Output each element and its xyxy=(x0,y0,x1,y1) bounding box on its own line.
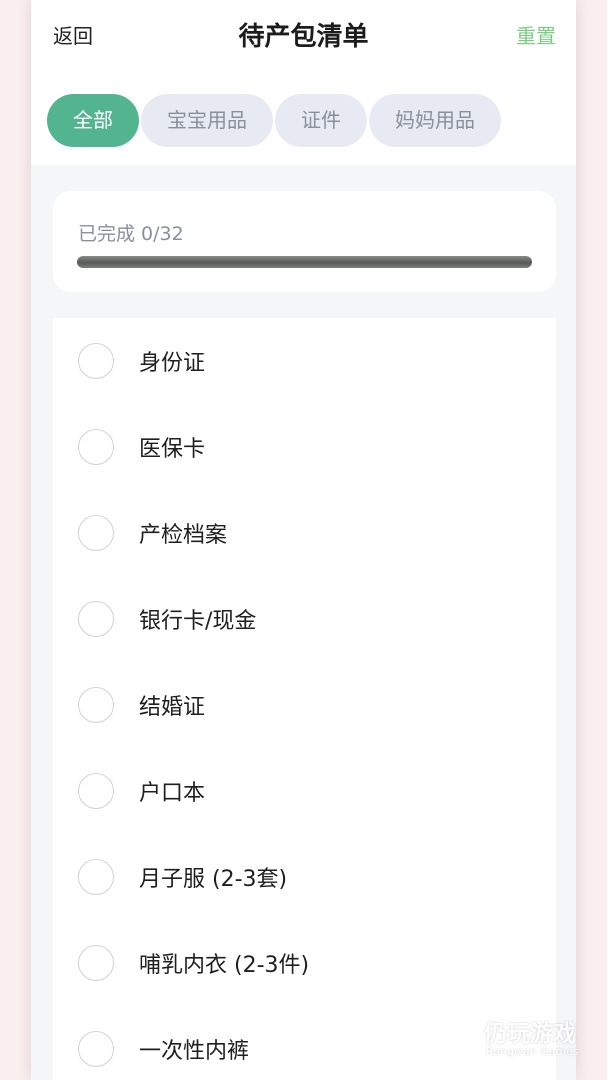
top-bar: 返回 待产包清单 重置 全部 宝宝用品 证件 妈妈用品 xyxy=(31,0,576,165)
item-label: 月子服 (2-3套) xyxy=(139,867,288,892)
reset-button[interactable]: 重置 xyxy=(516,20,556,49)
list-item[interactable]: 银行卡/现金 xyxy=(53,576,556,662)
category-tabs: 全部 宝宝用品 证件 妈妈用品 xyxy=(47,94,503,147)
item-label: 结婚证 xyxy=(139,695,206,720)
progress-text: 已完成 0/32 xyxy=(78,223,184,245)
list-item[interactable]: 身份证 xyxy=(53,318,556,404)
item-label: 医保卡 xyxy=(139,437,206,462)
watermark-subtext: Rengwan Games xyxy=(486,1045,579,1058)
list-item[interactable]: 医保卡 xyxy=(53,404,556,490)
list-item[interactable]: 户口本 xyxy=(53,748,556,834)
checkbox-circle-icon[interactable] xyxy=(78,773,114,809)
list-item[interactable]: 哺乳内衣 (2-3件) xyxy=(53,920,556,1006)
checkbox-circle-icon[interactable] xyxy=(78,859,114,895)
rengwan-logo-icon xyxy=(434,1018,468,1058)
checkbox-circle-icon[interactable] xyxy=(78,945,114,981)
checkbox-circle-icon[interactable] xyxy=(78,687,114,723)
app-screen: 返回 待产包清单 重置 全部 宝宝用品 证件 妈妈用品 已完成 0/32 身份证… xyxy=(31,0,576,1080)
checklist: 身份证 医保卡 产检档案 银行卡/现金 结婚证 户口本 月子服 (2-3套) 哺… xyxy=(53,318,556,1080)
item-label: 产检档案 xyxy=(139,523,228,548)
checkbox-circle-icon[interactable] xyxy=(78,515,114,551)
tab-all[interactable]: 全部 xyxy=(47,94,139,147)
tab-baby-items[interactable]: 宝宝用品 xyxy=(141,94,273,147)
list-item[interactable]: 结婚证 xyxy=(53,662,556,748)
tab-mom-items[interactable]: 妈妈用品 xyxy=(369,94,501,147)
checkbox-circle-icon[interactable] xyxy=(78,601,114,637)
list-item[interactable]: 产检档案 xyxy=(53,490,556,576)
checkbox-circle-icon[interactable] xyxy=(78,343,114,379)
item-label: 身份证 xyxy=(139,351,206,376)
progress-card: 已完成 0/32 xyxy=(53,191,556,292)
list-item[interactable]: 月子服 (2-3套) xyxy=(53,834,556,920)
checkbox-circle-icon[interactable] xyxy=(78,429,114,465)
tab-documents[interactable]: 证件 xyxy=(275,94,367,147)
item-label: 银行卡/现金 xyxy=(139,609,257,634)
item-label: 哺乳内衣 (2-3件) xyxy=(139,953,310,978)
checkbox-circle-icon[interactable] xyxy=(78,1031,114,1067)
watermark: 仍玩游戏 Rengwan Games xyxy=(432,1014,597,1064)
watermark-text: 仍玩游戏 xyxy=(484,1021,576,1047)
progress-bar xyxy=(77,256,532,268)
item-label: 户口本 xyxy=(139,781,206,806)
item-label: 一次性内裤 xyxy=(139,1039,250,1064)
page-title: 待产包清单 xyxy=(238,22,369,52)
